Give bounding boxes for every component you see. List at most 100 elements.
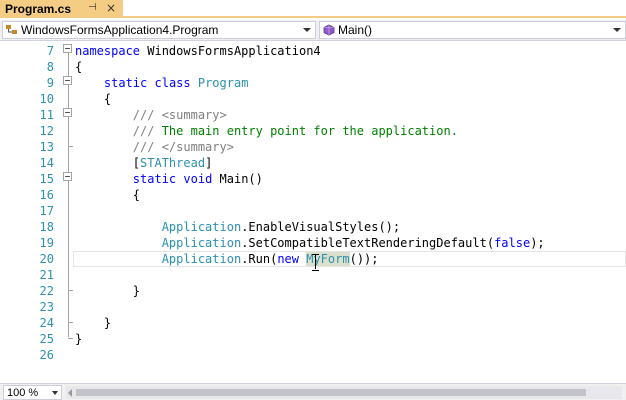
line-number: 17 xyxy=(39,204,54,218)
editor-bottom-bar: 100 % xyxy=(0,383,626,400)
tab-title: Program.cs xyxy=(5,2,72,16)
line-number: 9 xyxy=(46,76,54,90)
chevron-down-icon[interactable] xyxy=(303,28,311,32)
code-line[interactable]: 25} xyxy=(0,331,626,347)
code-token: /// <summary> xyxy=(132,108,227,122)
collapse-namespace-icon[interactable] xyxy=(63,44,72,53)
line-code: { xyxy=(75,187,140,203)
code-token: .SetCompatibleTextRenderingDefault( xyxy=(241,236,495,250)
code-token: Application xyxy=(161,236,242,250)
chevron-down-icon[interactable] xyxy=(613,28,621,32)
line-code: } xyxy=(75,283,140,299)
line-code: /// <summary> xyxy=(75,107,227,123)
code-line[interactable]: 18 Application.EnableVisualStyles(); xyxy=(0,219,626,235)
class-icon xyxy=(3,22,21,38)
line-number: 20 xyxy=(39,252,54,266)
line-number: 26 xyxy=(39,348,54,362)
types-dropdown[interactable]: WindowsFormsApplication4.Program xyxy=(2,21,316,39)
collapse-summary-icon[interactable] xyxy=(63,108,72,117)
line-code: namespace WindowsFormsApplication4 xyxy=(75,43,321,59)
code-line[interactable]: 12 /// The main entry point for the appl… xyxy=(0,123,626,139)
line-code: Application.SetCompatibleTextRenderingDe… xyxy=(75,235,545,251)
line-code: [STAThread] xyxy=(75,155,213,171)
code-token: } xyxy=(75,316,112,330)
zoom-dropdown[interactable]: 100 % xyxy=(3,385,62,400)
line-number: 10 xyxy=(39,92,54,106)
pin-icon[interactable]: ⊣ xyxy=(88,2,97,13)
code-token: void xyxy=(183,172,213,186)
code-token: namespace xyxy=(75,44,141,58)
code-line[interactable]: 17 xyxy=(0,203,626,219)
line-code: Application.Run(new MyForm()); xyxy=(75,251,379,267)
code-line[interactable]: 9 static class Program xyxy=(0,75,626,91)
line-number: 11 xyxy=(39,108,54,122)
code-token: Program xyxy=(197,76,249,90)
code-token: STAThread xyxy=(140,156,206,170)
horizontal-scrollbar[interactable] xyxy=(66,386,622,399)
outline-end-marker xyxy=(68,290,73,291)
navigation-bar: WindowsFormsApplication4.Program Main() xyxy=(0,20,626,41)
line-code: /// </summary> xyxy=(75,139,234,155)
chevron-down-icon[interactable] xyxy=(52,391,58,395)
code-line[interactable]: 22 } xyxy=(0,283,626,299)
line-number: 16 xyxy=(39,188,54,202)
code-token: { xyxy=(75,60,83,74)
code-line[interactable]: 24 } xyxy=(0,315,626,331)
document-tab-program-cs[interactable]: Program.cs ⊣ × xyxy=(0,0,123,18)
document-tab-strip: Program.cs ⊣ × xyxy=(0,0,626,18)
code-line[interactable]: 26 xyxy=(0,347,626,363)
scroll-left-icon[interactable] xyxy=(68,389,72,397)
line-code: /// The main entry point for the applica… xyxy=(75,123,458,139)
line-number: 14 xyxy=(39,156,54,170)
code-line[interactable]: 11 /// <summary> xyxy=(0,107,626,123)
line-code: } xyxy=(75,315,111,331)
code-line[interactable]: 19 Application.SetCompatibleTextRenderin… xyxy=(0,235,626,251)
code-line[interactable]: 8{ xyxy=(0,59,626,75)
collapse-method-icon[interactable] xyxy=(63,172,72,181)
code-editor[interactable]: 7 namespace WindowsFormsApplication4 8{9 s… xyxy=(0,42,626,380)
code-line[interactable]: 10 { xyxy=(0,91,626,107)
code-line[interactable]: 23 xyxy=(0,299,626,315)
code-token: /// xyxy=(132,124,155,138)
code-token: .Run( xyxy=(241,252,278,266)
code-token: { xyxy=(75,92,112,106)
code-token: Application xyxy=(161,252,242,266)
code-token: } xyxy=(75,284,141,298)
code-token: ); xyxy=(530,236,545,250)
scrollbar-thumb[interactable] xyxy=(76,389,586,396)
code-token: } xyxy=(75,332,83,346)
line-number: 25 xyxy=(39,332,54,346)
members-dropdown[interactable]: Main() xyxy=(319,21,626,39)
line-code: { xyxy=(75,59,82,75)
code-line[interactable]: 15 static void Main() xyxy=(0,171,626,187)
code-token: ()); xyxy=(349,252,379,266)
code-token: Main() xyxy=(212,172,263,186)
code-token: .EnableVisualStyles(); xyxy=(241,220,401,234)
code-token: WindowsFormsApplication4 xyxy=(140,44,321,58)
line-code: Application.EnableVisualStyles(); xyxy=(75,219,400,235)
line-number: 12 xyxy=(39,124,54,138)
outline-end-marker xyxy=(68,146,73,147)
code-line[interactable]: 14 [STAThread] xyxy=(0,155,626,171)
line-number: 19 xyxy=(39,236,54,250)
collapse-class-icon[interactable] xyxy=(63,76,72,85)
code-line[interactable]: 16 { xyxy=(0,187,626,203)
types-dropdown-value: WindowsFormsApplication4.Program xyxy=(21,23,219,37)
outline-end-marker xyxy=(68,338,73,339)
outline-guide xyxy=(68,53,69,337)
code-line[interactable]: 13 /// </summary> xyxy=(0,139,626,155)
line-number: 18 xyxy=(39,220,54,234)
code-token: { xyxy=(75,188,141,202)
close-icon[interactable]: × xyxy=(106,1,116,15)
line-code: { xyxy=(75,91,111,107)
code-line[interactable]: 7 namespace WindowsFormsApplication4 xyxy=(0,43,626,59)
code-token: static xyxy=(132,172,177,186)
line-number: 23 xyxy=(39,300,54,314)
code-token: Application xyxy=(161,220,242,234)
